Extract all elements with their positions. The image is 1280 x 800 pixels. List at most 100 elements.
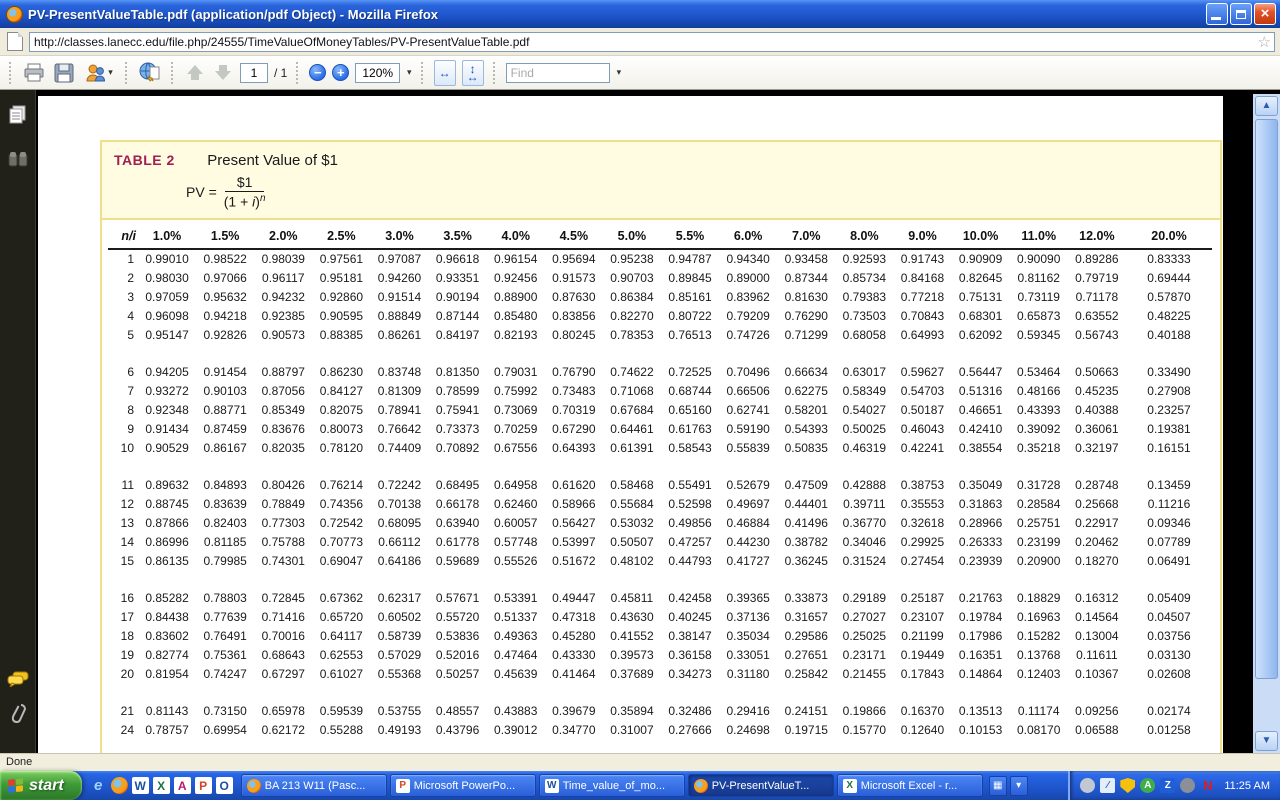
fit-page-button[interactable]: ↕ ↔	[462, 60, 484, 86]
start-button[interactable]: start	[0, 771, 82, 800]
table-cell: 0.91573	[545, 268, 603, 287]
find-input[interactable]	[507, 64, 609, 82]
toolbar-chevron-button[interactable]: ▾	[1010, 776, 1028, 796]
zoom-level-select[interactable]: 120%	[355, 63, 400, 83]
table-cell: 0.90194	[429, 287, 487, 306]
table-cell: 0.23939	[952, 551, 1010, 570]
table-cell: 0.90103	[196, 381, 254, 400]
zoom-dropdown-caret[interactable]: ▾	[407, 67, 412, 78]
minimize-button[interactable]	[1206, 3, 1228, 25]
antivirus-icon[interactable]: A	[1140, 778, 1155, 793]
table-cell: 0.54027	[835, 400, 893, 419]
task-button[interactable]: PV-PresentValueT...	[688, 774, 834, 797]
web-page-button[interactable]	[138, 61, 162, 85]
print-button[interactable]	[22, 61, 46, 85]
restore-button[interactable]	[1230, 3, 1252, 25]
vertical-scrollbar[interactable]: ▲ ▼	[1253, 94, 1280, 753]
comments-panel-icon[interactable]	[7, 668, 29, 690]
table-row: 140.869960.811850.757880.707730.661120.6…	[108, 532, 1212, 551]
row-number: 15	[108, 551, 138, 570]
z-app-icon[interactable]: Z	[1160, 778, 1175, 793]
task-button[interactable]: BA 213 W11 (Pasc...	[241, 774, 387, 797]
table-cell: 0.70016	[254, 626, 312, 645]
table-cell: 0.92593	[835, 249, 893, 268]
table-cell: 0.96117	[254, 268, 312, 287]
system-tool-icon[interactable]: ∕	[1100, 778, 1115, 793]
table-cell: 0.31657	[777, 607, 835, 626]
table-cell: 0.96154	[487, 249, 545, 268]
toolbar-grip	[125, 62, 129, 84]
task-button[interactable]: XMicrosoft Excel - r...	[837, 774, 983, 797]
table-cell: 0.25668	[1068, 494, 1126, 513]
windows-flag-icon	[8, 778, 24, 794]
internet-explorer-icon[interactable]: e	[90, 777, 107, 794]
row-number: 16	[108, 588, 138, 607]
table-cell: 0.79719	[1068, 268, 1126, 287]
scroll-up-button[interactable]: ▲	[1255, 96, 1278, 116]
table-cell: 0.29925	[893, 532, 951, 551]
zoom-out-button[interactable]: −	[309, 64, 326, 81]
url-input[interactable]	[30, 33, 1274, 51]
table-cell: 0.81185	[196, 532, 254, 551]
table-cell: 0.64993	[893, 325, 951, 344]
scroll-down-button[interactable]: ▼	[1255, 731, 1278, 751]
column-header: 5.0%	[603, 226, 661, 249]
next-page-button[interactable]	[212, 65, 234, 80]
outlook-icon[interactable]: O	[216, 777, 233, 794]
save-button[interactable]	[52, 61, 76, 85]
bookmarks-panel-icon[interactable]	[7, 148, 29, 170]
table-cell: 0.53464	[1010, 362, 1068, 381]
access-icon[interactable]: A	[174, 777, 191, 794]
attachments-panel-icon[interactable]	[7, 702, 29, 724]
collaborate-button[interactable]: ▾	[82, 61, 116, 85]
table-cell: 0.84168	[893, 268, 951, 287]
table-cell: 0.21763	[952, 588, 1010, 607]
windows-update-icon[interactable]	[1080, 778, 1095, 793]
powerpoint-icon[interactable]: P	[195, 777, 212, 794]
pages-panel-icon[interactable]	[7, 104, 29, 126]
volume-icon[interactable]	[1180, 778, 1195, 793]
table-cell: 0.56447	[952, 362, 1010, 381]
table-cell: 0.43883	[487, 701, 545, 720]
group-gap	[108, 344, 1212, 362]
table-cell: 0.53391	[487, 588, 545, 607]
table-cell: 0.98039	[254, 249, 312, 268]
table-cell: 0.57748	[487, 532, 545, 551]
scrollbar-thumb[interactable]	[1255, 119, 1278, 679]
table-cell: 0.81630	[777, 287, 835, 306]
table-cell: 0.53836	[429, 626, 487, 645]
bookmark-star-icon[interactable]: ☆	[1258, 33, 1271, 52]
task-button[interactable]: WTime_value_of_mo...	[539, 774, 685, 797]
table-cell: 0.76214	[312, 475, 370, 494]
gap-cell	[108, 457, 1212, 475]
firefox-icon[interactable]	[111, 777, 128, 794]
table-cell: 0.11174	[1010, 701, 1068, 720]
table-cell: 0.88900	[487, 287, 545, 306]
security-shield-icon[interactable]	[1120, 778, 1135, 793]
table-cell: 0.77303	[254, 513, 312, 532]
novell-icon[interactable]: N	[1200, 778, 1215, 793]
gap-cell	[108, 570, 1212, 588]
task-button[interactable]: PMicrosoft PowerPo...	[390, 774, 536, 797]
word-icon[interactable]: W	[132, 777, 149, 794]
window-title: PV-PresentValueTable.pdf (application/pd…	[28, 7, 1206, 22]
language-bar-button[interactable]: ▦	[989, 776, 1007, 796]
table-row: 80.923480.887710.853490.820750.789410.75…	[108, 400, 1212, 419]
table-cell: 0.69047	[312, 551, 370, 570]
close-button[interactable]: ×	[1254, 3, 1276, 25]
table-cell: 0.56427	[545, 513, 603, 532]
quick-launch: e WXAPO	[82, 777, 241, 794]
table-cell: 0.27666	[661, 720, 719, 739]
table-header-band: TABLE 2 Present Value of $1 PV = $1 (1 +…	[102, 142, 1220, 220]
page-number-input[interactable]	[240, 63, 268, 83]
group-gap	[108, 683, 1212, 701]
previous-page-button[interactable]	[184, 65, 206, 80]
table-cell: 0.35894	[603, 701, 661, 720]
table-cell: 0.88849	[370, 306, 428, 325]
excel-icon[interactable]: X	[153, 777, 170, 794]
table-title: Present Value of $1	[207, 152, 338, 169]
find-dropdown-caret[interactable]: ▾	[617, 67, 622, 78]
zoom-in-button[interactable]: +	[332, 64, 349, 81]
table-cell: 0.83856	[545, 306, 603, 325]
fit-width-button[interactable]: ↔	[434, 60, 456, 86]
